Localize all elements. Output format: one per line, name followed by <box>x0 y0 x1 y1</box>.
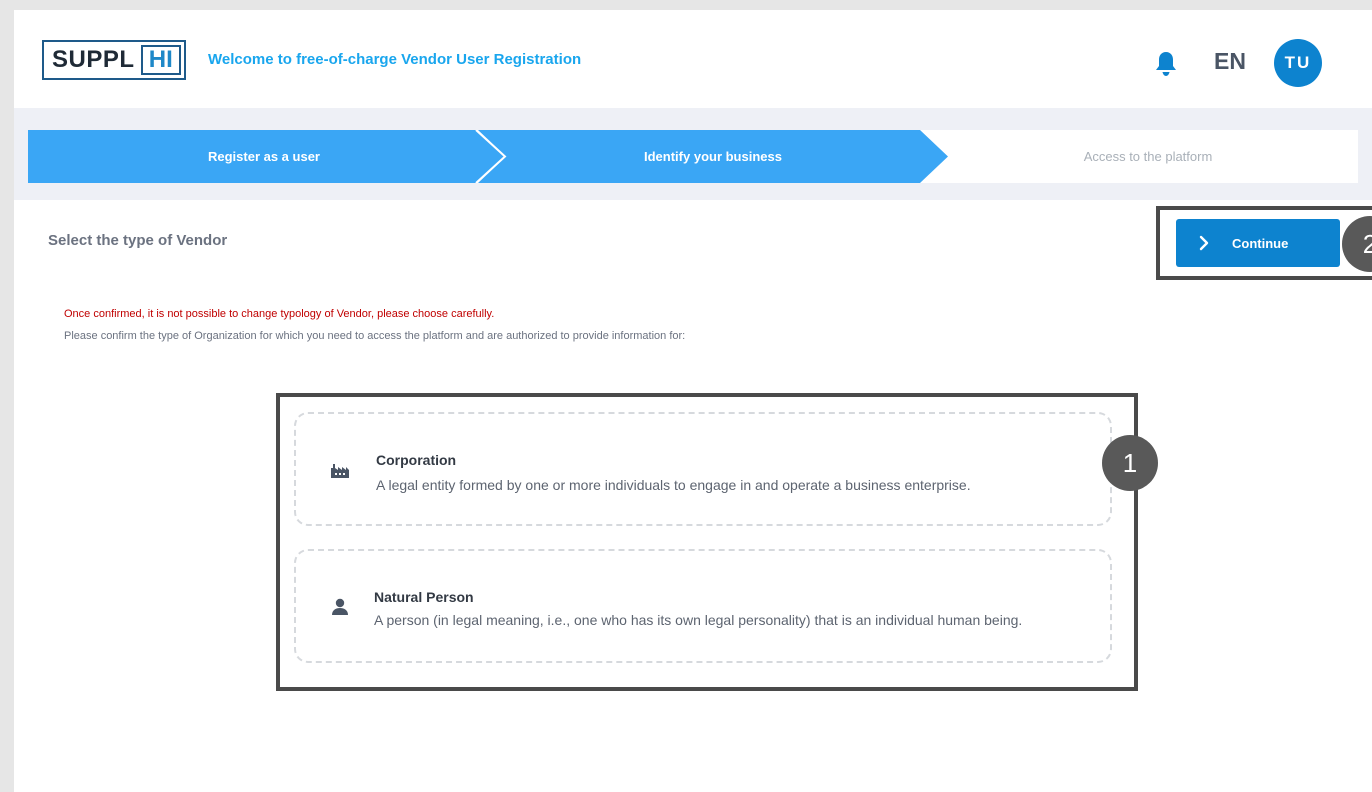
step-access-platform: Access to the platform <box>1083 149 1213 164</box>
option-description: A person (in legal meaning, i.e., one wh… <box>374 612 1023 628</box>
option-title: Natural Person <box>374 589 474 605</box>
logo-text-right: HI <box>140 45 181 75</box>
option-description: A legal entity formed by one or more ind… <box>376 477 971 493</box>
welcome-title: Welcome to free-of-charge Vendor User Re… <box>208 51 582 68</box>
step-register-user: Register as a user <box>207 149 320 164</box>
continue-button[interactable]: Continue <box>1176 219 1340 267</box>
registration-stepper: Register as a user Identify your busines… <box>28 130 1358 183</box>
person-icon <box>332 598 348 615</box>
option-natural-person[interactable]: Natural Person A person (in legal meanin… <box>294 549 1112 663</box>
step-identify-business: Identify your business <box>644 149 782 164</box>
instructions-text: Please confirm the type of Organization … <box>64 330 686 342</box>
notification-bell-icon[interactable] <box>1154 50 1178 78</box>
option-title: Corporation <box>376 452 457 468</box>
factory-icon <box>331 464 349 478</box>
chevron-right-icon <box>1199 235 1209 251</box>
top-header: SUPPL HI Welcome to free-of-charge Vendo… <box>14 10 1372 108</box>
callout-badge-1: 1 <box>1102 435 1158 491</box>
page-title: Select the type of Vendor <box>48 232 228 249</box>
continue-label: Continue <box>1232 235 1289 251</box>
user-avatar[interactable]: TU <box>1274 39 1322 87</box>
logo-text-left: SUPPL <box>52 46 135 73</box>
warning-text: Once confirmed, it is not possible to ch… <box>64 308 495 320</box>
app-window: SUPPL HI Welcome to free-of-charge Vendo… <box>14 10 1372 792</box>
option-corporation[interactable]: Corporation A legal entity formed by one… <box>294 412 1112 526</box>
language-selector[interactable]: EN <box>1214 48 1246 75</box>
stepper-band: Register as a user Identify your busines… <box>14 108 1372 200</box>
supplhi-logo[interactable]: SUPPL HI <box>42 40 186 80</box>
